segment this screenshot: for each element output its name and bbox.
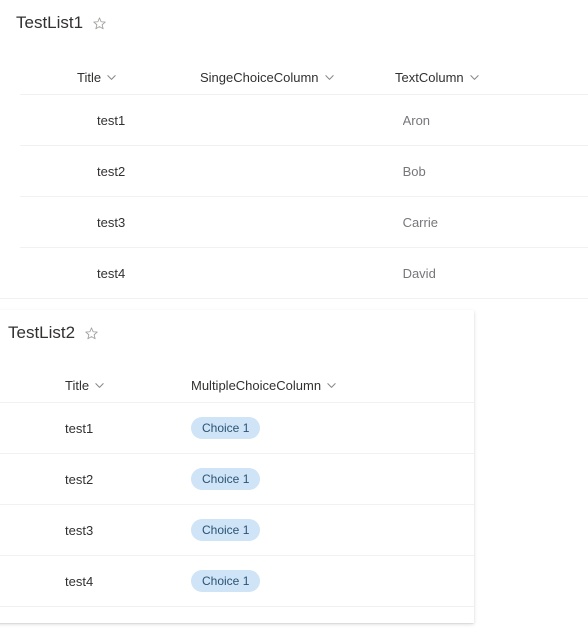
cell-title: test1 xyxy=(97,112,126,128)
column-header-title[interactable]: Title xyxy=(0,378,191,393)
list1-rows: test1 Aron test2 Bob test3 Carrie test4 … xyxy=(0,94,588,299)
column-header-singechoicecolumn-label: SingeChoiceColumn xyxy=(200,69,319,85)
column-header-multiplechoicecolumn-label: MultipleChoiceColumn xyxy=(191,377,322,393)
cell-title: test3 xyxy=(65,522,94,538)
list2-rows: test1 Choice 1 test2 Choice 1 test3 Choi… xyxy=(0,402,474,607)
cell-title: test2 xyxy=(97,163,126,179)
table-row[interactable]: test4 Choice 1 xyxy=(0,555,474,606)
cell-textcolumn: Carrie xyxy=(402,214,438,230)
choice-pill: Choice 1 xyxy=(191,519,261,541)
list2-header: TestList2 xyxy=(0,310,474,344)
cell-title: test4 xyxy=(97,265,126,281)
table-row[interactable]: test1 Aron xyxy=(20,94,588,145)
table-row[interactable]: test2 Bob xyxy=(20,145,588,196)
column-header-multiplechoicecolumn[interactable]: MultipleChoiceColumn xyxy=(191,378,451,393)
chevron-down-icon[interactable] xyxy=(94,380,105,391)
column-header-textcolumn-label: TextColumn xyxy=(395,69,464,85)
table-row[interactable]: test2 Choice 1 xyxy=(0,453,474,504)
column-header-title-label: Title xyxy=(65,377,90,393)
choice-pill: Choice 1 xyxy=(191,468,261,490)
list-view-testlist1: TestList1 Title SingeChoiceColumn TextCo… xyxy=(0,0,588,299)
list2-column-headers: Title MultipleChoiceColumn xyxy=(0,368,474,402)
chevron-down-icon[interactable] xyxy=(469,72,480,83)
cell-title: test2 xyxy=(65,471,94,487)
table-row[interactable]: test1 Choice 1 xyxy=(0,402,474,453)
table-row[interactable]: test3 Carrie xyxy=(20,196,588,247)
table-row[interactable]: test3 Choice 1 xyxy=(0,504,474,555)
cell-textcolumn: Aron xyxy=(402,112,431,128)
cell-title: test1 xyxy=(65,420,94,436)
list1-column-headers: Title SingeChoiceColumn TextColumn xyxy=(0,60,588,94)
list-view-testlist2-card: TestList2 Title MultipleChoiceColumn tes… xyxy=(0,310,474,623)
list2-title: TestList2 xyxy=(8,323,76,342)
chevron-down-icon[interactable] xyxy=(106,72,117,83)
cell-multiplechoicecolumn: Choice 1 xyxy=(191,468,451,490)
cell-multiplechoicecolumn: Choice 1 xyxy=(191,570,451,592)
choice-pill: Choice 1 xyxy=(191,417,261,439)
star-outline-icon[interactable] xyxy=(92,16,107,31)
star-outline-icon[interactable] xyxy=(84,326,99,341)
chevron-down-icon[interactable] xyxy=(326,380,337,391)
cell-title: test3 xyxy=(97,214,126,230)
column-header-textcolumn[interactable]: TextColumn xyxy=(395,70,588,85)
chevron-down-icon[interactable] xyxy=(324,72,335,83)
table-row[interactable]: test4 David xyxy=(20,247,588,298)
choice-pill: Choice 1 xyxy=(191,570,261,592)
cell-textcolumn: David xyxy=(402,265,436,281)
cell-multiplechoicecolumn: Choice 1 xyxy=(191,519,451,541)
cell-textcolumn: Bob xyxy=(402,163,426,179)
column-header-title[interactable]: Title xyxy=(0,70,200,85)
cell-multiplechoicecolumn: Choice 1 xyxy=(191,417,451,439)
list1-title: TestList1 xyxy=(16,13,84,32)
column-header-singechoicecolumn[interactable]: SingeChoiceColumn xyxy=(200,70,395,85)
cell-title: test4 xyxy=(65,573,94,589)
list1-header: TestList1 xyxy=(0,0,588,34)
column-header-title-label: Title xyxy=(77,69,102,85)
